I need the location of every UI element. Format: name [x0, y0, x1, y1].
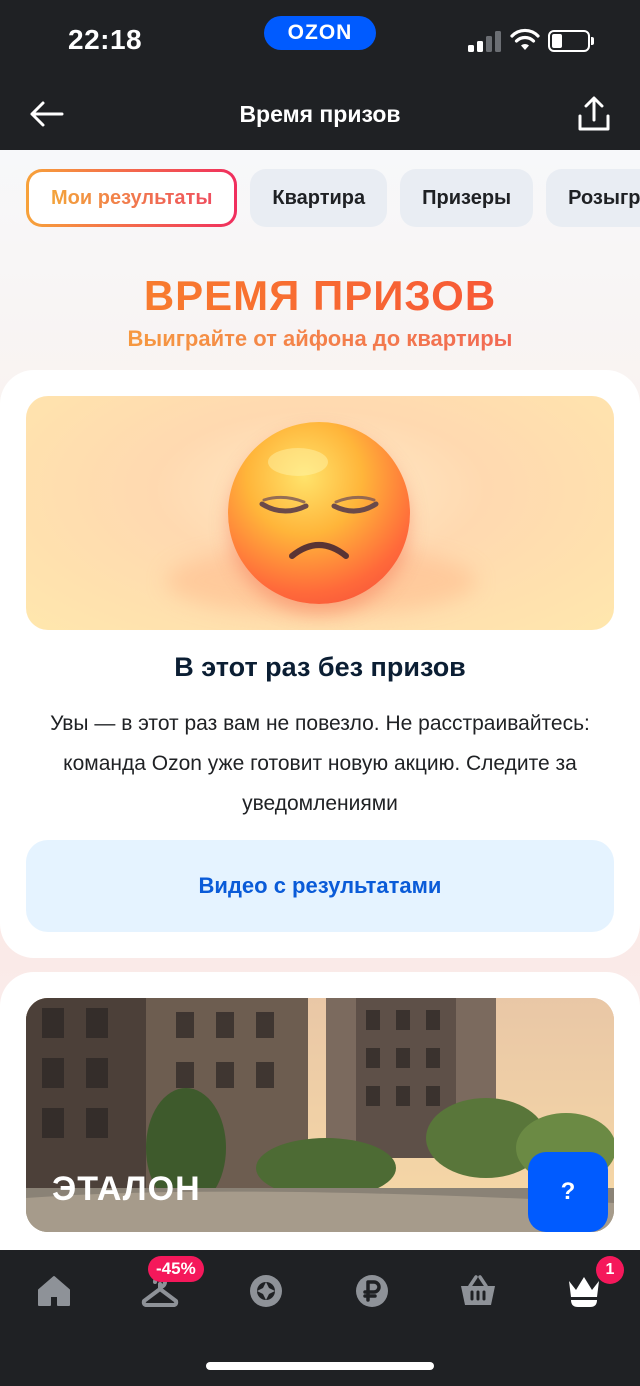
result-title: В этот раз без призов: [174, 652, 466, 682]
content: Мои результаты Квартира Призеры Розыгрыш…: [0, 150, 640, 1250]
video-results-button[interactable]: Видео с результатами: [26, 840, 614, 932]
tab-winners[interactable]: Призеры: [400, 169, 534, 227]
share-icon: [578, 96, 610, 131]
nav-favorites[interactable]: [236, 1266, 296, 1316]
tab-my-results[interactable]: Мои результаты: [26, 169, 237, 227]
etalon-logo: ЭТАЛОН: [52, 1170, 201, 1208]
tab-draw[interactable]: Розыгрыш: [546, 169, 640, 227]
profile-badge: 1: [596, 1256, 624, 1284]
result-text: Увы — в этот раз вам не повезло. Не расс…: [50, 712, 590, 815]
nav-home[interactable]: [24, 1266, 84, 1316]
ozon-logo: OZON: [264, 16, 376, 50]
crown-icon: [569, 1277, 599, 1307]
tab-label: Мои результаты: [51, 186, 213, 209]
sad-face-icon: [228, 422, 410, 604]
home-icon: [38, 1276, 70, 1306]
tab-label: Квартира: [272, 186, 366, 209]
hero-title: ВРЕМЯ ПРИЗОВ: [0, 272, 640, 320]
nav-bank[interactable]: [342, 1266, 402, 1316]
battery-icon: [548, 30, 594, 52]
nav-cart[interactable]: [448, 1266, 508, 1316]
tab-bar: Мои результаты Квартира Призеры Розыгрыш: [26, 169, 640, 227]
status-time: 22:18: [68, 24, 143, 55]
promo-banner[interactable]: ЭТАЛОН: [26, 998, 614, 1232]
basket-icon: [461, 1275, 495, 1305]
signal-icon: [468, 30, 502, 52]
help-button[interactable]: ?: [528, 1152, 608, 1232]
wheel-icon: [250, 1275, 282, 1307]
emoji-banner: [26, 396, 614, 630]
discount-badge: -45%: [148, 1256, 204, 1282]
page-title: Время призов: [239, 101, 401, 127]
hero-subtitle: Выиграйте от айфона до квартиры: [0, 326, 640, 352]
tab-apartment[interactable]: Квартира: [250, 169, 388, 227]
share-button[interactable]: [572, 92, 616, 136]
wifi-icon: [510, 28, 540, 50]
tab-label: Розыгрыш: [568, 186, 640, 209]
tab-label: Призеры: [422, 186, 512, 209]
result-card: В этот раз без призов Увы — в этот раз в…: [0, 370, 640, 958]
top-bar: 22:18 OZON Время призов: [0, 0, 640, 150]
home-indicator: [206, 1362, 434, 1370]
ruble-icon: [356, 1275, 388, 1307]
